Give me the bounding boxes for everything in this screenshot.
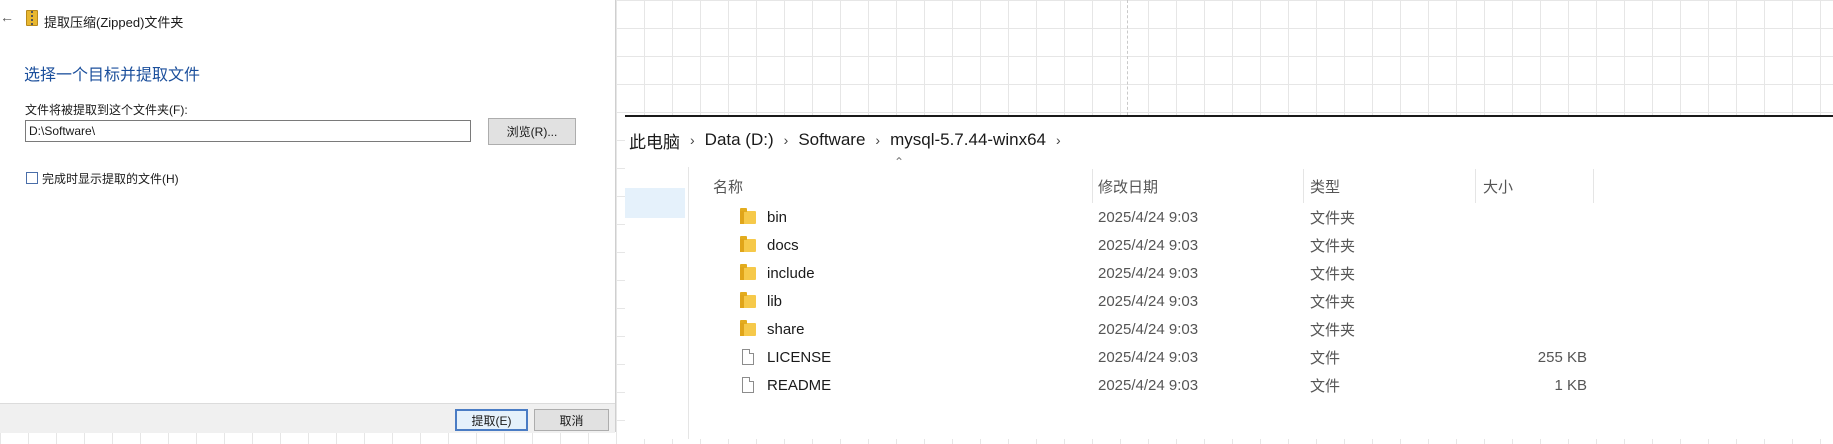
item-date: 2025/4/24 9:03 (1098, 348, 1199, 366)
file-explorer: 此电脑 › Data (D:) › Software › mysql-5.7.4… (625, 117, 1833, 439)
column-header-name-label: 名称 (713, 178, 744, 196)
item-name: include (767, 264, 815, 282)
item-date: 2025/4/24 9:03 (1098, 264, 1199, 282)
destination-path-input[interactable] (25, 120, 471, 142)
list-item[interactable]: lib 2025/4/24 9:03 文件夹 (625, 287, 1833, 315)
column-divider[interactable] (1092, 169, 1093, 203)
item-name: docs (767, 236, 799, 254)
chevron-right-icon[interactable]: › (869, 132, 886, 148)
column-header-type[interactable]: 类型 (1310, 169, 1475, 203)
list-item[interactable]: share 2025/4/24 9:03 文件夹 (625, 315, 1833, 343)
file-icon (742, 349, 754, 365)
column-header-size-label: 大小 (1483, 178, 1514, 196)
cancel-button[interactable]: 取消 (534, 409, 609, 431)
item-name: bin (767, 208, 788, 226)
column-header-size[interactable]: 大小 (1483, 169, 1593, 203)
item-date: 2025/4/24 9:03 (1098, 376, 1199, 394)
item-name: share (767, 320, 805, 338)
folder-icon (740, 291, 756, 308)
dialog-heading: 选择一个目标并提取文件 (24, 67, 201, 84)
column-divider[interactable] (1593, 169, 1594, 203)
item-type: 文件夹 (1310, 293, 1356, 311)
breadcrumb-software[interactable]: Software (794, 130, 869, 150)
breadcrumb-mysql-folder[interactable]: mysql-5.7.44-winx64 (886, 130, 1050, 150)
destination-label: 文件将被提取到这个文件夹(F): (25, 103, 188, 117)
item-size: 1 KB (1554, 376, 1587, 394)
list-item[interactable]: README 2025/4/24 9:03 文件 1 KB (625, 371, 1833, 399)
folder-icon (740, 263, 756, 280)
column-header-date[interactable]: 修改日期 (1098, 169, 1303, 203)
breadcrumb: 此电脑 › Data (D:) › Software › mysql-5.7.4… (625, 127, 1067, 153)
column-header-date-label: 修改日期 (1098, 178, 1159, 196)
canvas-dashed-guide (1127, 0, 1128, 115)
item-type: 文件夹 (1310, 209, 1356, 227)
item-size: 255 KB (1537, 348, 1587, 366)
zip-folder-icon (26, 10, 38, 26)
item-date: 2025/4/24 9:03 (1098, 320, 1199, 338)
extract-dialog: ← 提取压缩(Zipped)文件夹 选择一个目标并提取文件 文件将被提取到这个文… (0, 0, 616, 433)
chevron-right-icon[interactable]: › (1050, 132, 1067, 148)
browse-button[interactable]: 浏览(R)... (488, 118, 576, 145)
list-item[interactable]: bin 2025/4/24 9:03 文件夹 (625, 203, 1833, 231)
sort-ascending-icon: ⌃ (894, 155, 905, 169)
column-header-name[interactable]: 名称 (713, 169, 1093, 203)
item-type: 文件夹 (1310, 237, 1356, 255)
item-name: README (767, 376, 832, 394)
item-date: 2025/4/24 9:03 (1098, 292, 1199, 310)
list-item[interactable]: LICENSE 2025/4/24 9:03 文件 255 KB (625, 343, 1833, 371)
file-icon (742, 377, 754, 393)
chevron-right-icon[interactable]: › (684, 132, 701, 148)
column-divider[interactable] (1303, 169, 1304, 203)
column-header-type-label: 类型 (1310, 178, 1341, 196)
show-files-label[interactable]: 完成时显示提取的文件(H) (42, 170, 179, 187)
item-date: 2025/4/24 9:03 (1098, 208, 1199, 226)
item-name: lib (767, 292, 783, 310)
show-files-checkbox[interactable] (26, 172, 38, 184)
item-type: 文件夹 (1310, 265, 1356, 283)
dialog-title: 提取压缩(Zipped)文件夹 (44, 15, 184, 30)
column-divider[interactable] (1475, 169, 1476, 203)
item-type: 文件夹 (1310, 321, 1356, 339)
chevron-right-icon[interactable]: › (778, 132, 795, 148)
folder-icon (740, 319, 756, 336)
breadcrumb-this-pc[interactable]: 此电脑 (625, 128, 684, 153)
item-type: 文件 (1310, 349, 1341, 367)
back-arrow-icon[interactable]: ← (0, 9, 14, 25)
item-type: 文件 (1310, 377, 1341, 395)
item-name: LICENSE (767, 348, 832, 366)
folder-icon (740, 207, 756, 224)
list-item[interactable]: include 2025/4/24 9:03 文件夹 (625, 259, 1833, 287)
breadcrumb-data-drive[interactable]: Data (D:) (701, 130, 778, 150)
extract-button[interactable]: 提取(E) (455, 409, 528, 431)
list-item[interactable]: docs 2025/4/24 9:03 文件夹 (625, 231, 1833, 259)
folder-icon (740, 235, 756, 252)
item-date: 2025/4/24 9:03 (1098, 236, 1199, 254)
